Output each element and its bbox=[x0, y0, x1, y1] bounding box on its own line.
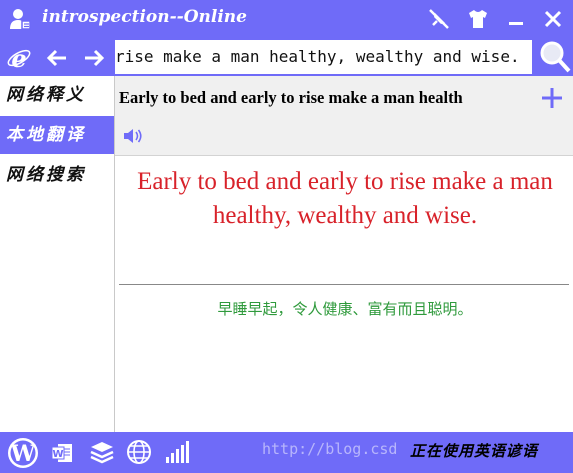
status-text: 正在使用英语谚语 bbox=[410, 442, 539, 460]
sidebar-item-local-translation[interactable]: 本地翻译 bbox=[0, 116, 114, 154]
shirt-icon[interactable] bbox=[466, 7, 490, 31]
search-input[interactable]: rise make a man healthy, wealthy and wis… bbox=[115, 40, 532, 74]
close-icon[interactable] bbox=[541, 7, 565, 31]
speaker-icon[interactable] bbox=[122, 126, 144, 146]
search-icon[interactable] bbox=[534, 38, 573, 76]
globe-icon[interactable] bbox=[125, 438, 153, 466]
word-icon[interactable]: W bbox=[50, 441, 74, 465]
watermark: http://blog.csd bbox=[262, 440, 398, 458]
svg-text:W: W bbox=[10, 441, 36, 467]
sidebar-item-web-definition[interactable]: 网络释义 bbox=[0, 76, 114, 114]
english-sentence: Early to bed and early to rise make a ma… bbox=[137, 168, 553, 229]
headword: Early to bed and early to rise make a ma… bbox=[119, 88, 463, 107]
user-icon bbox=[10, 9, 31, 30]
window-title: introspection--Online bbox=[42, 7, 247, 27]
back-arrow-icon[interactable] bbox=[44, 45, 70, 71]
sidebar-item-web-search[interactable]: 网络搜索 bbox=[0, 156, 114, 194]
divider bbox=[115, 155, 573, 156]
ie-icon[interactable]: e bbox=[6, 45, 32, 71]
chinese-translation: 早睡早起，令人健康、富有而且聪明。 bbox=[217, 300, 473, 318]
wordpress-icon[interactable]: W bbox=[6, 436, 40, 470]
sidebar: 网络释义 本地翻译 网络搜索 bbox=[0, 76, 115, 432]
title-bar: introspection--Online bbox=[0, 0, 573, 38]
plus-icon[interactable] bbox=[539, 85, 565, 111]
divider bbox=[119, 284, 569, 285]
svg-text:e: e bbox=[11, 45, 26, 71]
svg-text:W: W bbox=[52, 449, 63, 460]
minimize-icon[interactable] bbox=[504, 7, 528, 31]
layers-icon[interactable] bbox=[88, 438, 116, 466]
signal-icon bbox=[166, 441, 189, 463]
pin-icon[interactable] bbox=[427, 7, 451, 31]
forward-arrow-icon[interactable] bbox=[81, 45, 107, 71]
